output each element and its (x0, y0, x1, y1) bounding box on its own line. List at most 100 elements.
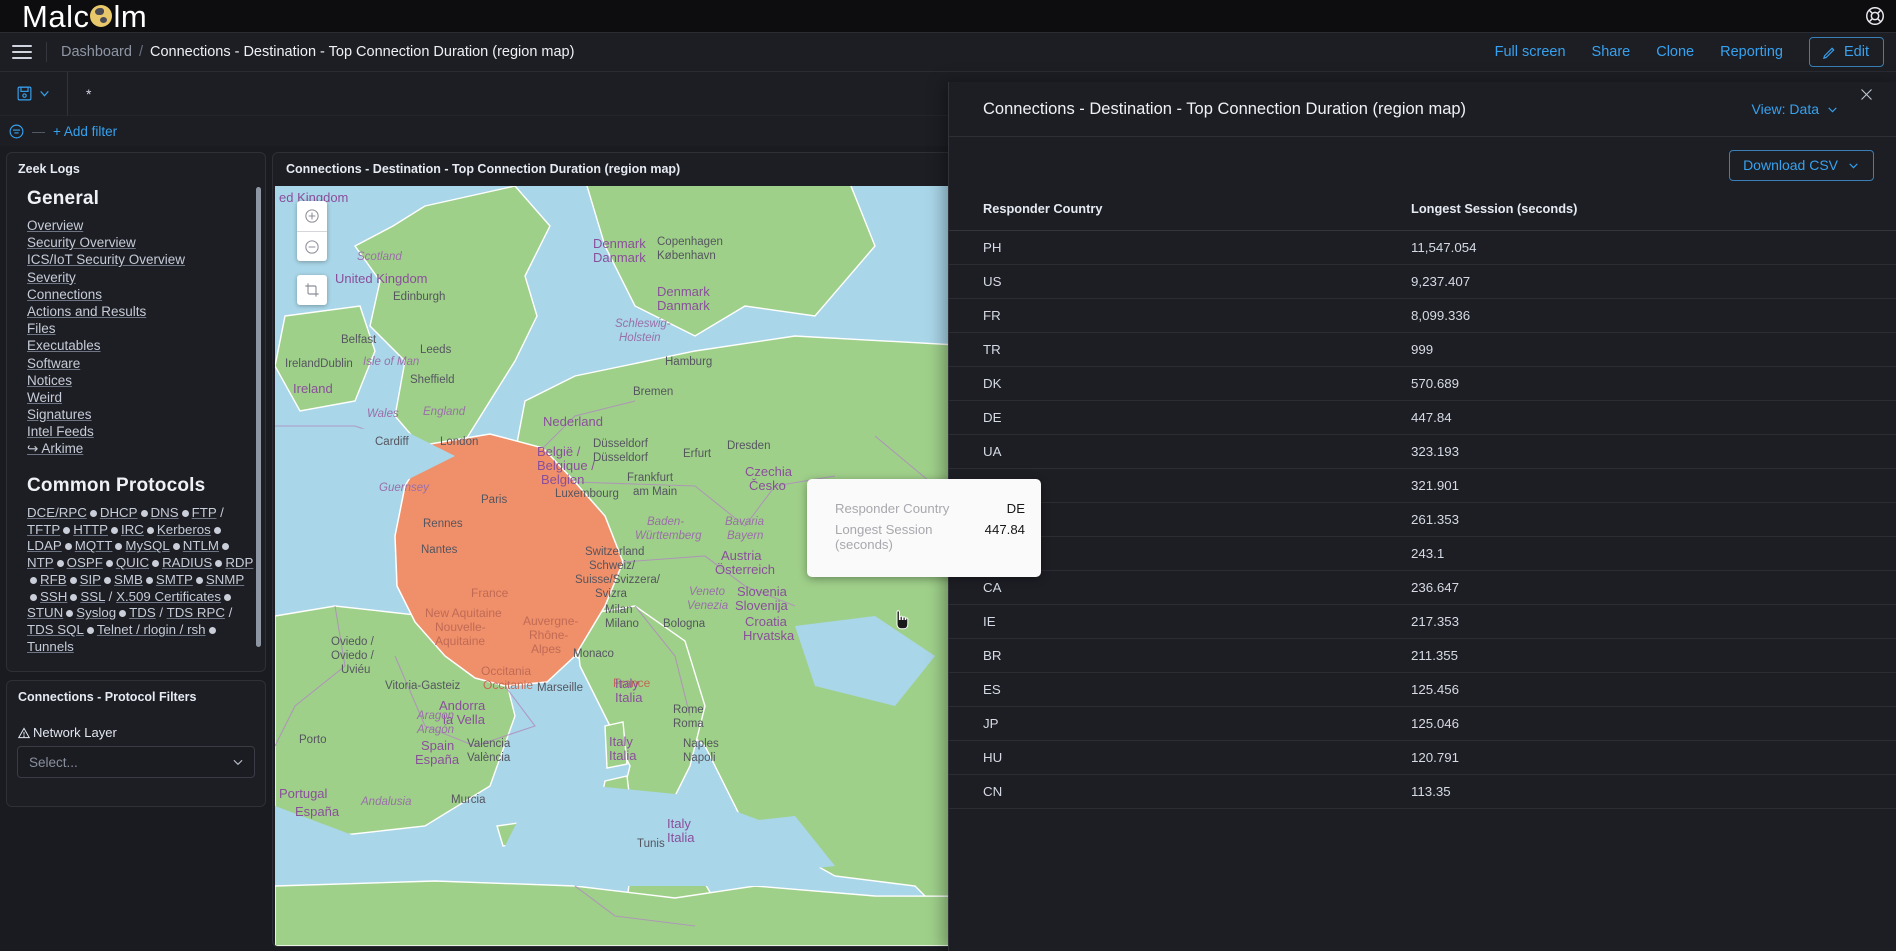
column-header-longest-session[interactable]: Longest Session (seconds) (1404, 193, 1896, 231)
protocol-separator-dot (70, 577, 77, 584)
fullscreen-link[interactable]: Full screen (1495, 44, 1566, 60)
sidebar-link-software[interactable]: Software (27, 356, 80, 373)
table-row[interactable]: RU261.353 (949, 503, 1896, 537)
clone-link[interactable]: Clone (1656, 44, 1694, 60)
table-row[interactable]: NL243.1 (949, 537, 1896, 571)
data-flyout-panel: Connections - Destination - Top Connecti… (948, 82, 1896, 951)
table-row[interactable]: CA236.647 (949, 571, 1896, 605)
protocol-link-ssl[interactable]: SSL (80, 589, 105, 604)
view-selector[interactable]: View: Data (1752, 101, 1839, 117)
reporting-link[interactable]: Reporting (1720, 44, 1783, 60)
edit-button[interactable]: Edit (1809, 37, 1884, 67)
add-filter-button[interactable]: + Add filter (53, 124, 117, 139)
protocol-link-ospf[interactable]: OSPF (67, 555, 103, 570)
table-row[interactable]: JP125.046 (949, 707, 1896, 741)
protocol-link-tunnels[interactable]: Tunnels (27, 639, 74, 654)
protocol-link-ntp[interactable]: NTP (27, 555, 54, 570)
protocol-link-http[interactable]: HTTP (73, 522, 108, 537)
sidebar-link-security-overview[interactable]: Security Overview (27, 235, 136, 252)
table-row[interactable]: US9,237.407 (949, 265, 1896, 299)
protocol-link-ssh[interactable]: SSH (40, 589, 67, 604)
cell-longest-session: 447.84 (1404, 401, 1896, 435)
sidebar-link-weird[interactable]: Weird (27, 390, 62, 407)
protocol-link-dce-rpc[interactable]: DCE/RPC (27, 505, 87, 520)
table-row[interactable]: IE217.353 (949, 605, 1896, 639)
lifebuoy-icon[interactable] (1864, 5, 1886, 27)
sidebar-link-files[interactable]: Files (27, 321, 56, 338)
protocol-link-stun[interactable]: STUN (27, 605, 63, 620)
sidebar-link-executables[interactable]: Executables (27, 338, 101, 355)
protocol-link-mqtt[interactable]: MQTT (75, 538, 113, 553)
protocol-link-telnet-rlogin-rsh[interactable]: Telnet / rlogin / rsh (97, 622, 206, 637)
breadcrumb-dashboard[interactable]: Dashboard (61, 44, 132, 60)
table-row[interactable]: BR211.355 (949, 639, 1896, 673)
sidebar-link-overview[interactable]: Overview (27, 218, 83, 235)
protocol-link-tds[interactable]: TDS (129, 605, 156, 620)
protocol-link-syslog[interactable]: Syslog (76, 605, 116, 620)
protocol-link-kerberos[interactable]: Kerberos (157, 522, 211, 537)
data-table: Responder Country Longest Session (secon… (949, 193, 1896, 809)
table-row[interactable]: ES125.456 (949, 673, 1896, 707)
saved-query-button[interactable] (0, 72, 68, 116)
cell-responder-country: IE (949, 605, 1404, 639)
table-row[interactable]: AT321.901 (949, 469, 1896, 503)
tooltip-value: DE (1007, 501, 1025, 516)
download-csv-button[interactable]: Download CSV (1729, 150, 1874, 181)
network-layer-select[interactable]: Select... (17, 746, 255, 778)
view-selector-label: View: Data (1752, 101, 1819, 117)
common-protocols-heading: Common Protocols (27, 475, 254, 497)
cell-longest-session: 125.046 (1404, 707, 1896, 741)
protocol-link-irc[interactable]: IRC (121, 522, 144, 537)
protocol-link-x-509-certificates[interactable]: X.509 Certificates (116, 589, 221, 604)
protocol-link-ftp[interactable]: FTP (192, 505, 217, 520)
table-row[interactable]: DE447.84 (949, 401, 1896, 435)
protocol-link-sip[interactable]: SIP (80, 572, 101, 587)
table-row[interactable]: PH11,547.054 (949, 231, 1896, 265)
cell-longest-session: 8,099.336 (1404, 299, 1896, 333)
table-row[interactable]: DK570.689 (949, 367, 1896, 401)
table-row[interactable]: CN113.35 (949, 775, 1896, 809)
protocol-link-ldap[interactable]: LDAP (27, 538, 62, 553)
protocol-separator-dot (115, 543, 122, 550)
sidebar-link-notices[interactable]: Notices (27, 373, 72, 390)
sidebar-link-severity[interactable]: Severity (27, 270, 76, 287)
sidebar-scrollbar[interactable] (256, 187, 261, 647)
breadcrumb-current: Connections - Destination - Top Connecti… (150, 44, 575, 60)
tooltip-value: 447.84 (985, 522, 1025, 537)
protocol-link-smb[interactable]: SMB (114, 572, 143, 587)
sidebar-link-intel-feeds[interactable]: Intel Feeds (27, 424, 94, 441)
protocol-link-smtp[interactable]: SMTP (156, 572, 193, 587)
close-icon[interactable] (1859, 87, 1874, 102)
table-row[interactable]: TR999 (949, 333, 1896, 367)
table-row[interactable]: HU120.791 (949, 741, 1896, 775)
protocol-link-tds-rpc[interactable]: TDS RPC (167, 605, 225, 620)
protocol-link-rdp[interactable]: RDP (225, 555, 253, 570)
nav-actions: Full screen Share Clone Reporting Edit (1495, 37, 1896, 67)
share-link[interactable]: Share (1592, 44, 1631, 60)
filter-icon[interactable] (8, 123, 25, 140)
protocol-separator-dot (111, 527, 118, 534)
sidebar-link-ics-iot-security-overview[interactable]: ICS/IoT Security Overview (27, 252, 185, 269)
protocol-link-mysql[interactable]: MySQL (125, 538, 169, 553)
protocol-link-dns[interactable]: DNS (151, 505, 179, 520)
map-controls (297, 201, 327, 305)
protocol-link-tds-sql[interactable]: TDS SQL (27, 622, 84, 637)
protocol-link-rfb[interactable]: RFB (40, 572, 67, 587)
protocol-link-tftp[interactable]: TFTP (27, 522, 60, 537)
table-row[interactable]: FR8,099.336 (949, 299, 1896, 333)
table-row[interactable]: UA323.193 (949, 435, 1896, 469)
protocol-link-dhcp[interactable]: DHCP (100, 505, 138, 520)
protocol-link-snmp[interactable]: SNMP (206, 572, 244, 587)
sidebar-link-arkime[interactable]: ↪ Arkime (27, 441, 83, 458)
protocol-link-ntlm[interactable]: NTLM (183, 538, 219, 553)
protocol-link-quic[interactable]: QUIC (116, 555, 149, 570)
draw-bounds-icon[interactable] (297, 275, 327, 305)
hamburger-menu-icon[interactable] (12, 45, 32, 59)
column-header-responder-country[interactable]: Responder Country (949, 193, 1404, 231)
sidebar-link-connections[interactable]: Connections (27, 287, 102, 304)
zoom-in-icon[interactable] (297, 201, 327, 231)
zoom-out-icon[interactable] (297, 231, 327, 261)
protocol-link-radius[interactable]: RADIUS (162, 555, 212, 570)
sidebar-link-actions-and-results[interactable]: Actions and Results (27, 304, 146, 321)
sidebar-link-signatures[interactable]: Signatures (27, 407, 92, 424)
